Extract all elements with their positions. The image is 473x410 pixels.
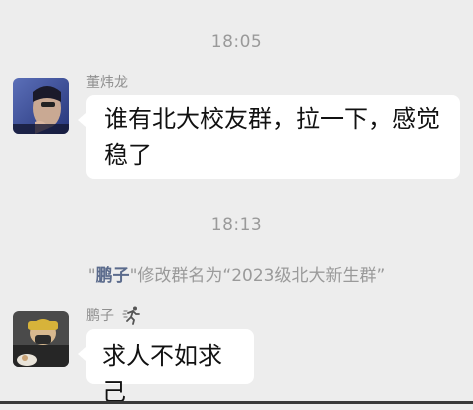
system-notice-text: "修改群名为“2023级北大新生群” xyxy=(129,266,386,286)
message-text: 求人不如求己 xyxy=(102,342,222,406)
timestamp: 18:05 xyxy=(210,32,263,52)
nickname-link[interactable]: 鹏子 xyxy=(96,266,130,286)
sender-name: 董炜龙 xyxy=(86,75,128,91)
avatar-photo-image xyxy=(13,311,69,367)
message-bubble[interactable]: 谁有北大校友群，拉一下，感觉稳了 xyxy=(78,95,460,179)
quote-mark: " xyxy=(87,266,96,286)
running-figure-icon xyxy=(122,306,141,325)
avatar-pengzi[interactable] xyxy=(13,311,69,367)
sender-name-text: 鹏子 xyxy=(86,308,114,324)
system-notice-group-rename: "鹏子"修改群名为“2023级北大新生群” xyxy=(0,261,473,286)
message-text: 谁有北大校友群，拉一下，感觉稳了 xyxy=(104,105,440,169)
avatar-portrait-image xyxy=(13,78,69,134)
sender-name: 鹏子 xyxy=(86,305,142,325)
timestamp: 18:13 xyxy=(210,215,263,235)
message-bubble[interactable]: 求人不如求己 xyxy=(78,329,254,406)
avatar-dong-weilong[interactable] xyxy=(13,78,69,134)
